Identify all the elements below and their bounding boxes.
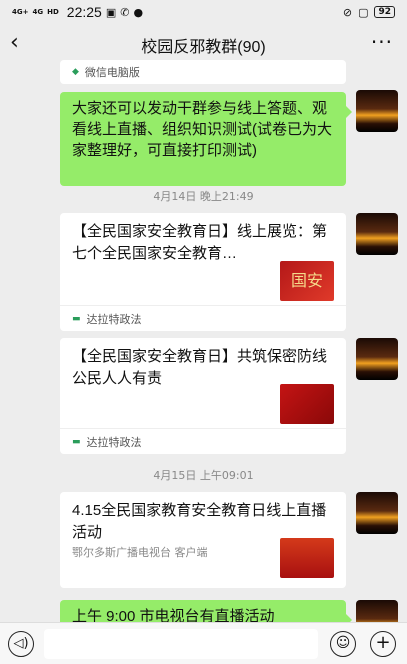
message-text-1: 大家还可以发动干群参与线上答题、观看线上直播、组织知识测试(试卷已为大家整理好，…: [72, 100, 332, 159]
emoji-icon[interactable]: ☺: [330, 631, 356, 657]
card-1-title: 【全民国家安全教育日】线上展览：第七个全民国家安全教育…: [72, 223, 328, 262]
source-icon: ▬: [72, 313, 81, 324]
signal-4g: 4G: [32, 8, 44, 16]
article-card-1[interactable]: 【全民国家安全教育日】线上展览：第七个全民国家安全教育… 国安 ▬ 达拉特政法: [60, 213, 346, 331]
phone-icon: ✆: [120, 5, 130, 19]
photo-icon: ▣: [105, 5, 117, 19]
timestamp-1: 4月14日 晚上21:49: [153, 190, 254, 203]
status-bar: 4G+ 4G HD 22:25 ▣ ✆ ● ⊘ ▢ 92: [0, 0, 407, 24]
card-top-footer: ◆ 微信电脑版: [60, 60, 346, 84]
wechat-pc-icon: ◆: [72, 67, 79, 77]
chat-title: 校园反邪教群(90): [141, 39, 266, 56]
chat-icon: ●: [133, 5, 144, 19]
source-icon: ▬: [72, 436, 81, 447]
card-3-thumbnail: [280, 538, 334, 578]
article-card-3[interactable]: 4.15全民国家教育安全教育日线上直播活动 鄂尔多斯广播电视台 客户端: [60, 492, 346, 588]
card-top-partial[interactable]: ◆ 微信电脑版: [60, 60, 346, 84]
card-2-thumbnail: [280, 384, 334, 424]
card-1-source: 达拉特政法: [86, 312, 142, 326]
back-icon[interactable]: ‹: [10, 30, 19, 55]
message-bubble-2[interactable]: 上午 9:00 市电视台有直播活动: [60, 600, 352, 622]
avatar[interactable]: [356, 90, 398, 132]
card-2-footer: ▬ 达拉特政法: [60, 428, 346, 454]
card-2-title: 【全民国家安全教育日】共筑保密防线 公民人人有责: [72, 348, 328, 387]
timestamp-2: 4月15日 上午09:01: [153, 469, 254, 482]
wifi-icon: ▢: [358, 5, 369, 19]
message-text-2: 上午 9:00 市电视台有直播活动: [72, 608, 275, 622]
plus-icon[interactable]: +: [370, 631, 396, 657]
avatar[interactable]: [356, 338, 398, 380]
message-input[interactable]: [44, 629, 318, 659]
input-bar: ◁) ☺ +: [0, 622, 407, 664]
card-3-desc: 鄂尔多斯广播电视台 客户端: [72, 546, 208, 559]
more-icon[interactable]: ···: [371, 30, 393, 54]
hd-badge: HD: [47, 8, 59, 16]
card-1-footer: ▬ 达拉特政法: [60, 305, 346, 331]
chat-area[interactable]: ◆ 微信电脑版 大家还可以发动干群参与线上答题、观看线上直播、组织知识测试(试卷…: [0, 60, 407, 622]
avatar[interactable]: [356, 492, 398, 534]
message-bubble-1[interactable]: 大家还可以发动干群参与线上答题、观看线上直播、组织知识测试(试卷已为大家整理好，…: [60, 92, 352, 186]
avatar[interactable]: [356, 213, 398, 255]
card-1-thumbnail: 国安: [280, 261, 334, 301]
status-left: 4G+ 4G HD 22:25 ▣ ✆ ●: [12, 4, 143, 20]
status-time: 22:25: [66, 4, 102, 20]
article-card-2[interactable]: 【全民国家安全教育日】共筑保密防线 公民人人有责 ▬ 达拉特政法: [60, 338, 346, 454]
status-right: ⊘ ▢ 92: [343, 6, 395, 19]
mute-icon: ⊘: [342, 5, 353, 19]
battery-level: 92: [374, 6, 395, 18]
card-2-source: 达拉特政法: [86, 435, 142, 449]
voice-icon[interactable]: ◁): [8, 631, 34, 657]
avatar[interactable]: [356, 600, 398, 622]
card-3-title: 4.15全民国家教育安全教育日线上直播活动: [72, 502, 327, 541]
card-top-source: 微信电脑版: [84, 66, 140, 79]
signal-4g-plus: 4G+: [12, 8, 29, 16]
